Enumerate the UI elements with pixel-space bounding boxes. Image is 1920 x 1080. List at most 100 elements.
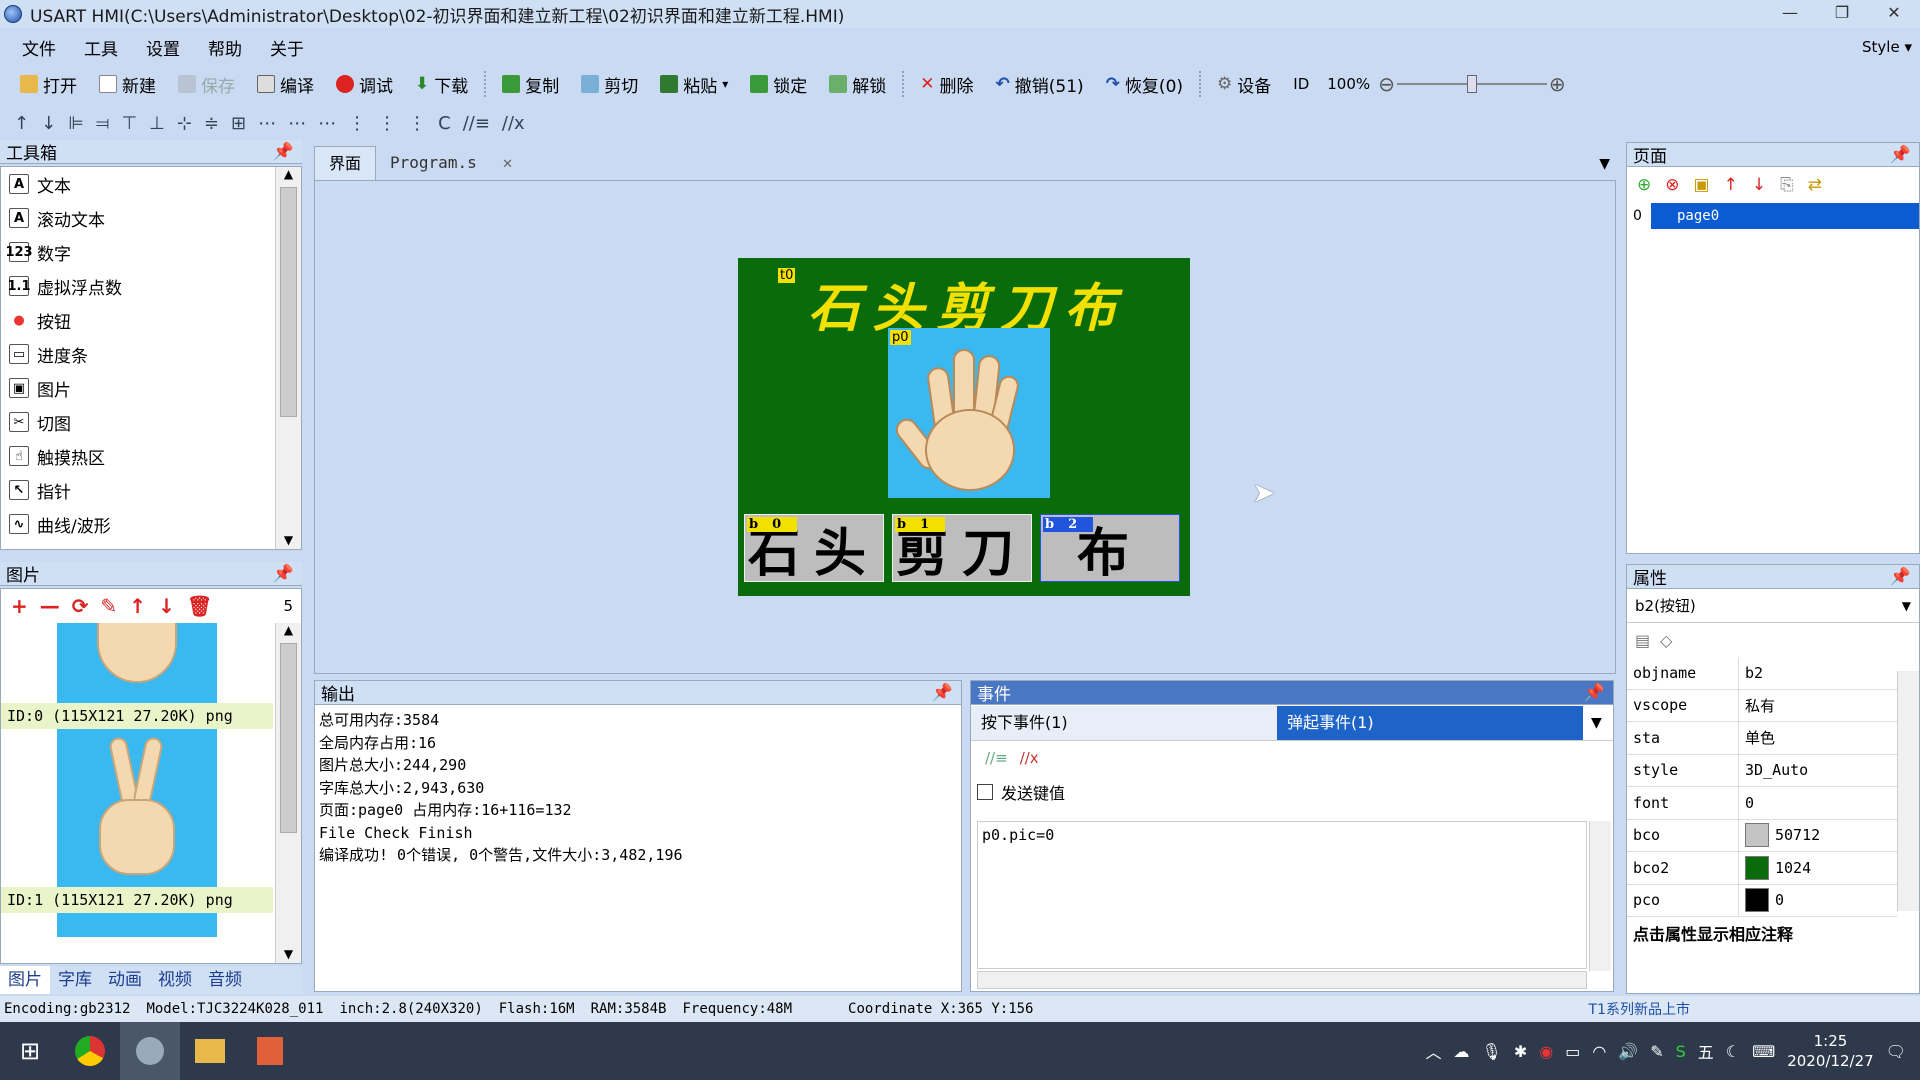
ime-indicator[interactable]: 五 — [1698, 1039, 1714, 1063]
sogou-icon[interactable]: S — [1676, 1042, 1686, 1061]
battery-icon[interactable]: ▭ — [1565, 1042, 1580, 1061]
bluetooth-icon[interactable]: ✱ — [1514, 1042, 1527, 1061]
align-tool-icon[interactable]: ≑ — [204, 113, 219, 134]
align-tool-icon[interactable]: ⊹ — [177, 113, 192, 134]
move-down-icon[interactable]: ↓ — [158, 594, 175, 618]
align-tool-icon[interactable]: ⊥ — [149, 113, 165, 134]
delete-all-icon[interactable]: 🗑 — [187, 594, 212, 618]
menu-file[interactable]: 文件 — [8, 35, 70, 60]
toolbox-item[interactable]: ☝ 触摸热区 — [1, 439, 273, 473]
sort-icon[interactable]: ◇ — [1660, 631, 1672, 650]
scroll-thumb[interactable] — [280, 187, 297, 417]
property-row[interactable]: sta 单色 — [1627, 722, 1897, 755]
align-tool-icon[interactable]: ⊫ — [68, 113, 84, 134]
button-b2-paper[interactable]: b2 布 — [1040, 514, 1180, 584]
cut-button[interactable]: 剪切 — [571, 69, 648, 99]
property-row[interactable]: vscope 私有 — [1627, 689, 1897, 722]
code-vscrollbar[interactable] — [1589, 821, 1611, 971]
button-b1-scissors[interactable]: b1 剪刀 — [892, 514, 1032, 584]
toolbox-item[interactable]: 123 数字 — [1, 235, 273, 269]
toolbox-item[interactable]: ▣ 图片 — [1, 371, 273, 405]
remove-picture-icon[interactable]: — — [40, 594, 60, 618]
tab-press-event[interactable]: 按下事件(1) — [971, 705, 1277, 740]
align-tool-icon[interactable]: //≡ — [463, 113, 490, 134]
comment-icon[interactable]: //≡ — [985, 749, 1008, 767]
status-promo-link[interactable]: T1系列新品上市 — [1589, 999, 1690, 1019]
property-row[interactable]: bco 50712 — [1627, 819, 1897, 852]
compile-button[interactable]: 编译 — [247, 69, 324, 99]
pictures-scrollbar[interactable]: ▲ ▼ — [275, 623, 301, 963]
uncomment-icon[interactable]: //x — [1020, 749, 1039, 767]
style-menu[interactable]: Style ▾ — [1862, 38, 1920, 56]
scroll-down-icon[interactable]: ▼ — [276, 533, 301, 547]
paste-button[interactable]: 粘贴 ▾ — [650, 69, 738, 99]
toolbox-item[interactable]: ∿ 曲线/波形 — [1, 507, 273, 541]
debug-button[interactable]: 调试 — [326, 69, 403, 99]
code-hscrollbar[interactable] — [977, 971, 1587, 989]
property-row[interactable]: objname b2 — [1627, 657, 1897, 690]
event-code-editor[interactable]: p0.pic=0 — [977, 821, 1587, 969]
microphone-icon[interactable]: 🎙 — [1482, 1042, 1502, 1061]
align-tool-icon[interactable]: ⋮ — [378, 113, 396, 134]
toolbox-item[interactable]: 1.1 虚拟浮点数 — [1, 269, 273, 303]
usart-hmi-taskbar-icon[interactable] — [120, 1022, 180, 1080]
picture-thumb-2[interactable] — [1, 913, 273, 937]
property-row[interactable]: pco 0 — [1627, 884, 1897, 917]
property-row[interactable]: style 3D_Auto — [1627, 754, 1897, 787]
hmi-screen[interactable]: t0 石头剪刀布 p0 b0 石头 b1 剪刀 b2 布 — [738, 258, 1190, 596]
align-tool-icon[interactable]: ⊤ — [121, 113, 137, 134]
page-down-icon[interactable]: ↓ — [1752, 175, 1766, 195]
align-tool-icon[interactable]: ⫤ — [96, 113, 110, 134]
insert-page-icon[interactable]: ▣ — [1694, 175, 1710, 195]
align-tool-icon[interactable]: ↑ — [14, 113, 29, 134]
unlock-button[interactable]: 解锁 — [819, 69, 896, 99]
categorize-icon[interactable]: ▤ — [1635, 631, 1650, 650]
close-button[interactable]: ✕ — [1868, 0, 1920, 28]
import-page-icon[interactable]: ⇄ — [1808, 175, 1822, 195]
picture-thumb-1[interactable] — [1, 729, 273, 887]
scroll-thumb[interactable] — [280, 643, 297, 833]
tray-expand-icon[interactable]: ︿ — [1425, 1039, 1441, 1063]
align-tool-icon[interactable]: //x — [502, 113, 525, 134]
toolbox-item[interactable]: A 滚动文本 — [1, 201, 273, 235]
tab-animations[interactable]: 动画 — [100, 966, 150, 994]
align-tool-icon[interactable]: ⋯ — [258, 113, 276, 134]
lock-button[interactable]: 锁定 — [740, 69, 817, 99]
copy-page-icon[interactable]: ⎘ — [1780, 175, 1794, 195]
pin-icon[interactable]: 📌 — [273, 142, 294, 162]
page-up-icon[interactable]: ↑ — [1724, 175, 1738, 195]
toolbox-item[interactable]: ↖ 指针 — [1, 473, 273, 507]
property-row[interactable]: bco2 1024 — [1627, 852, 1897, 885]
align-tool-icon[interactable]: ⋮ — [348, 113, 366, 134]
record-icon[interactable]: ◉ — [1539, 1042, 1553, 1061]
menu-about[interactable]: 关于 — [256, 35, 318, 60]
toolbox-item[interactable]: ▭ 进度条 — [1, 337, 273, 371]
picture-thumb-0[interactable] — [1, 623, 273, 703]
zoom-slider-thumb[interactable] — [1466, 75, 1477, 93]
scroll-up-icon[interactable]: ▲ — [276, 623, 301, 637]
scroll-up-icon[interactable]: ▲ — [276, 167, 301, 181]
clock[interactable]: 1:25 2020/12/27 — [1787, 1031, 1873, 1071]
property-row[interactable]: font 0 — [1627, 787, 1897, 820]
align-tool-icon[interactable]: C — [438, 113, 451, 134]
save-button[interactable]: 保存 — [168, 69, 245, 99]
property-value-cell[interactable]: 3D_Auto — [1739, 761, 1808, 779]
align-tool-icon[interactable]: ⋯ — [288, 113, 306, 134]
picture-p0[interactable]: p0 — [888, 328, 1050, 498]
toolbox-item[interactable]: ● 按钮 — [1, 303, 273, 337]
zoom-in-icon[interactable]: ⊕ — [1549, 72, 1566, 96]
property-value-cell[interactable]: 0 — [1739, 794, 1754, 812]
download-button[interactable]: ⬇ 下载 — [405, 69, 478, 99]
menu-tools[interactable]: 工具 — [70, 35, 132, 60]
zoom-slider[interactable] — [1396, 74, 1547, 94]
property-value-cell[interactable]: 50712 — [1739, 823, 1820, 848]
zoom-out-icon[interactable]: ⊖ — [1378, 72, 1395, 96]
pin-icon[interactable]: 📌 — [1890, 145, 1911, 165]
object-selector[interactable]: b2(按钮) ▼ — [1627, 589, 1919, 623]
maximize-button[interactable]: ❐ — [1816, 0, 1868, 28]
network-icon[interactable]: ☁ — [1454, 1042, 1470, 1061]
tab-release-event[interactable]: 弹起事件(1) — [1277, 705, 1583, 740]
align-tool-icon[interactable]: ⋯ — [318, 113, 336, 134]
device-button[interactable]: ⚙ 设备 — [1207, 69, 1281, 99]
property-value-cell[interactable]: 1024 — [1739, 855, 1811, 880]
